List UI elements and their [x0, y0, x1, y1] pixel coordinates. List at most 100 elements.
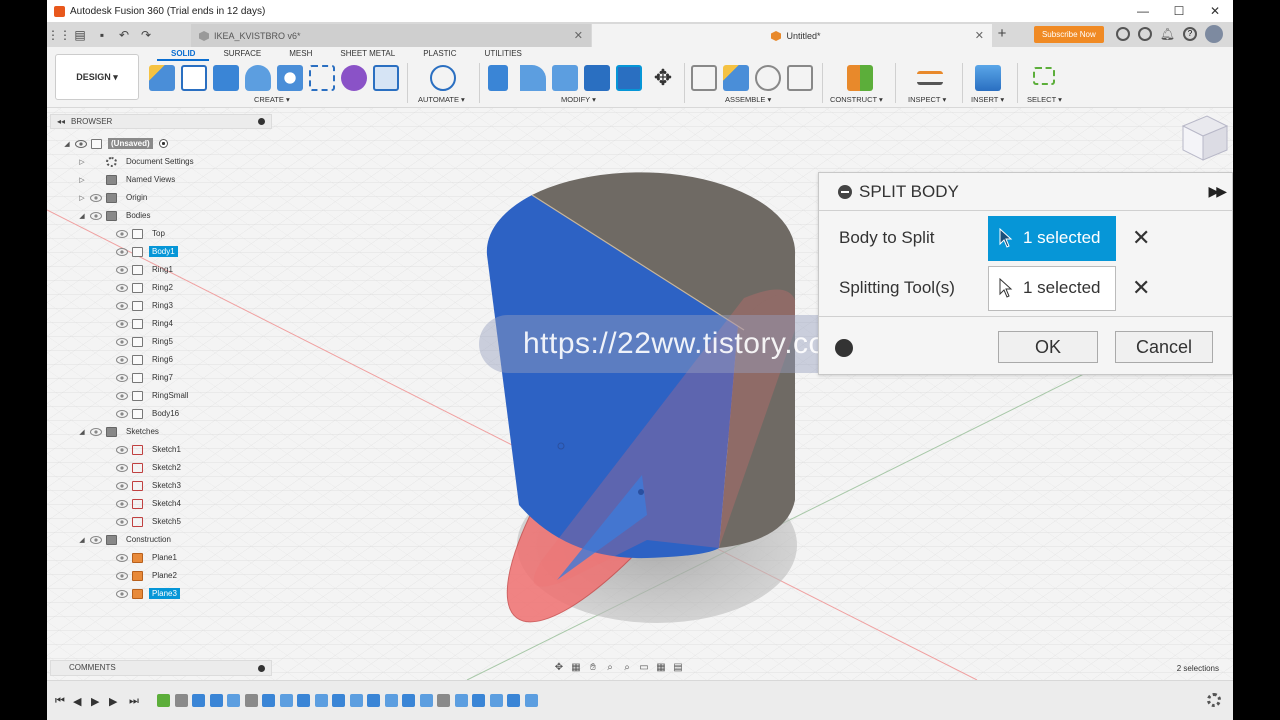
visibility-eye-icon[interactable] [116, 391, 128, 400]
collapse-dialog-icon[interactable] [838, 184, 852, 199]
visibility-eye-icon[interactable] [116, 265, 128, 274]
form-icon[interactable] [341, 65, 367, 91]
add-comment-icon[interactable] [258, 665, 265, 672]
browser-node[interactable]: Sketch2 [112, 460, 184, 475]
grid-settings-icon[interactable]: ▦ [654, 662, 668, 674]
fillet-icon[interactable] [520, 65, 546, 91]
visibility-eye-icon[interactable] [116, 337, 128, 346]
expand-icon[interactable]: ◢ [63, 140, 71, 148]
tab-solid[interactable]: SOLID [157, 49, 210, 61]
select-group-label[interactable]: SELECT ▾ [1027, 95, 1062, 104]
expand-icon[interactable]: ◢ [78, 212, 86, 220]
browser-node[interactable]: Body16 [112, 406, 182, 421]
collapse-panel-icon[interactable]: ◂◂ [57, 115, 65, 128]
modify-group-label[interactable]: MODIFY ▾ [561, 95, 596, 104]
subscribe-button[interactable]: Subscribe Now [1033, 25, 1104, 43]
visibility-eye-icon[interactable] [116, 445, 128, 454]
help-icon[interactable]: ? [1183, 27, 1197, 41]
timeline-feature-icon[interactable] [244, 694, 258, 707]
notification-bell-icon[interactable]: 🔔︎ [1160, 27, 1175, 41]
extrude-icon[interactable] [213, 65, 239, 91]
timeline-feature-icon[interactable] [279, 694, 293, 707]
timeline-feature-icon[interactable] [524, 694, 538, 707]
timeline-feature-icon[interactable] [192, 694, 205, 707]
comments-panel-header[interactable]: COMMENTS [50, 660, 272, 676]
new-tab-button[interactable]: + [993, 25, 1011, 43]
visibility-eye-icon[interactable] [75, 139, 87, 148]
go-to-start-icon[interactable]: ⏮ [55, 695, 65, 708]
browser-node[interactable]: Sketch5 [112, 514, 184, 529]
visibility-eye-icon[interactable] [116, 373, 128, 382]
press-pull-icon[interactable] [488, 65, 508, 91]
timeline-feature-icon[interactable] [262, 694, 275, 707]
rigid-group-icon[interactable] [787, 65, 813, 91]
visibility-eye-icon[interactable] [90, 193, 102, 202]
construct-group-label[interactable]: CONSTRUCT ▾ [830, 95, 883, 104]
expand-icon[interactable]: ◢ [78, 536, 86, 544]
step-forward-icon[interactable]: ▶ [109, 695, 117, 708]
activate-radio-icon[interactable] [158, 139, 168, 148]
timeline-feature-icon[interactable] [227, 694, 240, 707]
visibility-eye-icon[interactable] [116, 553, 128, 562]
select-window-icon[interactable] [1033, 67, 1055, 85]
visibility-eye-icon[interactable] [116, 481, 128, 490]
browser-node[interactable]: ▷ Document Settings [78, 154, 197, 169]
measure-icon[interactable] [917, 71, 943, 85]
expand-dialog-icon[interactable]: ▶▶ [1208, 183, 1226, 200]
visibility-eye-icon[interactable] [116, 283, 128, 292]
revolve-icon[interactable] [245, 65, 271, 91]
create-sketch-icon[interactable] [181, 65, 207, 91]
browser-node[interactable]: Body1 [112, 244, 178, 259]
timeline-feature-icon[interactable] [384, 694, 398, 707]
browser-node[interactable]: Ring3 [112, 298, 176, 313]
browser-node[interactable]: ◢ Bodies [78, 208, 153, 223]
browser-node[interactable]: Ring6 [112, 352, 176, 367]
visibility-eye-icon[interactable] [116, 409, 128, 418]
workspace-switcher[interactable]: DESIGN ▾ [55, 54, 139, 100]
timeline-feature-icon[interactable] [297, 694, 310, 707]
insert-group-label[interactable]: INSERT ▾ [971, 95, 1004, 104]
hole-icon[interactable] [277, 65, 303, 91]
insert-canvas-icon[interactable] [975, 65, 1001, 91]
browser-node[interactable]: ▷ Named Views [78, 172, 178, 187]
joint-icon[interactable] [691, 65, 717, 91]
timeline-feature-icon[interactable] [174, 694, 188, 707]
visibility-eye-icon[interactable] [90, 427, 102, 436]
root-node[interactable]: ◢ (Unsaved) [63, 136, 168, 151]
pattern-icon[interactable] [309, 65, 335, 91]
browser-node[interactable]: ◢ Construction [78, 532, 174, 547]
timeline-feature-icon[interactable] [437, 694, 450, 707]
pan-icon[interactable]: ✋︎ [586, 662, 600, 674]
browser-node[interactable]: Ring7 [112, 370, 176, 385]
automate-group-label[interactable]: AUTOMATE ▾ [418, 95, 465, 104]
step-back-icon[interactable]: ◀ [73, 695, 81, 708]
browser-node[interactable]: Sketch1 [112, 442, 184, 457]
browser-node[interactable]: Ring5 [112, 334, 176, 349]
move-copy-icon[interactable]: ✥ [650, 65, 676, 91]
job-status-icon[interactable] [1137, 27, 1152, 41]
visibility-eye-icon[interactable] [116, 247, 128, 256]
minimize-button[interactable]: — [1125, 0, 1161, 22]
visibility-eye-icon[interactable] [116, 463, 128, 472]
timeline-feature-icon[interactable] [402, 694, 415, 707]
create-group-label[interactable]: CREATE ▾ [254, 95, 290, 104]
splitting-tool-selector[interactable]: 1 selected [988, 265, 1116, 311]
go-to-end-icon[interactable]: ⏭ [129, 695, 139, 708]
orbit-icon[interactable]: ✥ [552, 662, 566, 674]
automate-icon[interactable] [430, 65, 456, 91]
tab-utilities[interactable]: UTILITIES [471, 49, 536, 61]
as-built-joint-icon[interactable] [723, 65, 749, 91]
zoom-window-icon[interactable]: ⌕ [620, 662, 634, 674]
tab-sheet-metal[interactable]: SHEET METAL [326, 49, 409, 61]
visibility-eye-icon[interactable] [116, 355, 128, 364]
expand-icon[interactable]: ▷ [78, 176, 86, 184]
chamfer-icon[interactable] [552, 65, 578, 91]
timeline-feature-icon[interactable] [507, 694, 520, 707]
timeline-feature-icon[interactable] [349, 694, 363, 707]
joint-origin-icon[interactable] [755, 65, 781, 91]
browser-node[interactable]: Ring4 [112, 316, 176, 331]
look-at-icon[interactable]: ▦ [569, 662, 583, 674]
new-component-icon[interactable] [149, 65, 175, 91]
visibility-eye-icon[interactable] [90, 535, 102, 544]
browser-node[interactable]: Sketch3 [112, 478, 184, 493]
